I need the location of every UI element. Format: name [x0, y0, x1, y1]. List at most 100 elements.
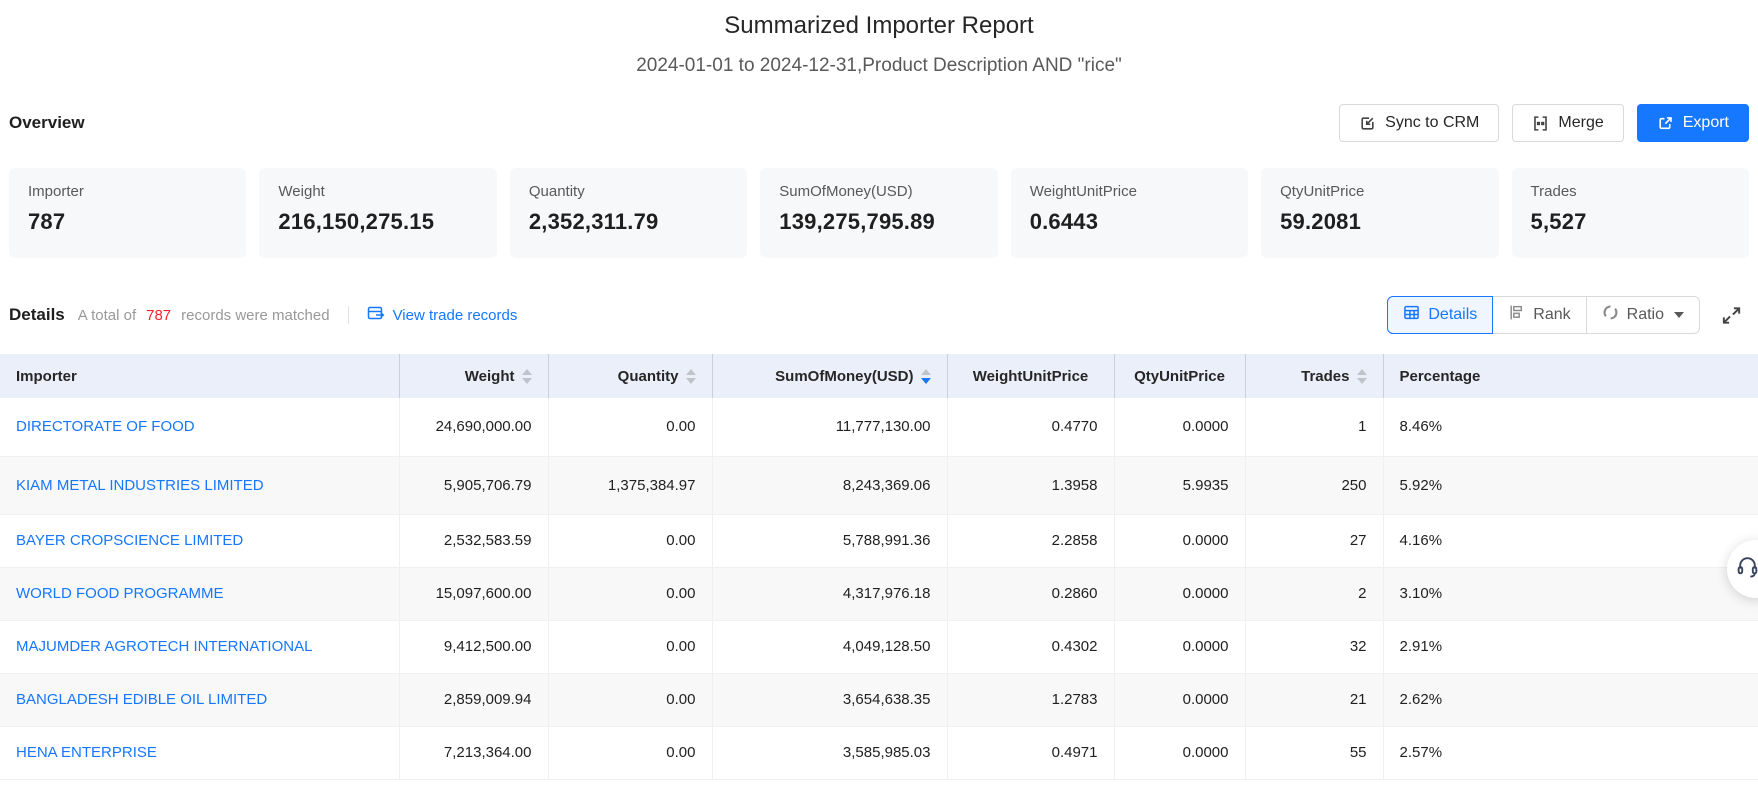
overview-bar: Overview Sync to CRM Merge [0, 104, 1758, 142]
sum-of-money-cell: 3,585,985.03 [712, 726, 947, 779]
importer-cell: KIAM METAL INDUSTRIES LIMITED [0, 456, 399, 514]
tab-ratio[interactable]: Ratio [1587, 297, 1699, 333]
trades-cell: 1 [1245, 398, 1383, 456]
sync-icon [1359, 115, 1376, 132]
percentage-cell: 2.91% [1383, 620, 1758, 673]
page-title: Summarized Importer Report [0, 0, 1758, 40]
stat-card-label: QtyUnitPrice [1280, 183, 1479, 200]
stat-card-label: WeightUnitPrice [1030, 183, 1229, 200]
ratio-caret-down-icon [1674, 312, 1684, 318]
importer-link[interactable]: MAJUMDER AGROTECH INTERNATIONAL [16, 638, 312, 655]
stat-card: Weight216,150,275.15 [259, 168, 496, 258]
importer-link[interactable]: BANGLADESH EDIBLE OIL LIMITED [16, 691, 267, 708]
stat-card: Quantity 2,352,311.79 [510, 168, 747, 258]
table-header: Importer Weight Quantity SumOfMoney(USD) Wei… [0, 354, 1758, 398]
quantity-cell: 1,375,384.97 [548, 456, 712, 514]
qty-unit-price-cell: 0.0000 [1114, 398, 1245, 456]
stat-card-value: 216,150,275.15 [278, 209, 477, 235]
trade-records-icon [367, 305, 385, 325]
export-button[interactable]: Export [1637, 104, 1749, 142]
sort-arrows-icon[interactable] [921, 369, 931, 384]
details-grid-icon [1403, 304, 1420, 326]
trades-cell: 32 [1245, 620, 1383, 673]
details-heading: Details [9, 305, 65, 325]
weight-cell: 9,412,500.00 [399, 620, 548, 673]
weight-cell: 2,859,009.94 [399, 673, 548, 726]
table-row: BANGLADESH EDIBLE OIL LIMITED 2,859,009.9… [0, 673, 1758, 726]
importer-link[interactable]: BAYER CROPSCIENCE LIMITED [16, 532, 243, 549]
percentage-cell: 3.10% [1383, 567, 1758, 620]
percentage-cell: 2.57% [1383, 726, 1758, 779]
column-label: Percentage [1400, 368, 1481, 385]
trades-cell: 21 [1245, 673, 1383, 726]
sum-of-money-cell: 4,049,128.50 [712, 620, 947, 673]
importer-link[interactable]: WORLD FOOD PROGRAMME [16, 585, 224, 602]
fullscreen-button[interactable] [1720, 304, 1743, 327]
percentage-cell: 2.62% [1383, 673, 1758, 726]
ratio-icon [1602, 304, 1619, 326]
percentage-cell: 4.16% [1383, 514, 1758, 567]
column-header-trades[interactable]: Trades [1245, 354, 1383, 398]
weight-unit-price-cell: 0.4770 [947, 398, 1114, 456]
export-label: Export [1683, 114, 1729, 132]
importer-link[interactable]: KIAM METAL INDUSTRIES LIMITED [16, 477, 264, 494]
qty-unit-price-cell: 5.9935 [1114, 456, 1245, 514]
weight-unit-price-cell: 1.2783 [947, 673, 1114, 726]
column-label: Weight [465, 368, 515, 385]
export-icon [1657, 115, 1674, 132]
stat-card-value: 59.2081 [1280, 209, 1479, 235]
trades-cell: 55 [1245, 726, 1383, 779]
importer-table: Importer Weight Quantity SumOfMoney(USD) Wei… [0, 354, 1758, 780]
column-label: QtyUnitPrice [1134, 368, 1225, 385]
stat-card: QtyUnitPrice 59.2081 [1261, 168, 1498, 258]
overview-cards: Importer787Weight216,150,275.15 Quantity 2… [0, 168, 1758, 258]
column-label: WeightUnitPrice [973, 368, 1089, 385]
table-row: MAJUMDER AGROTECH INTERNATIONAL 9,412,500… [0, 620, 1758, 673]
weight-unit-price-cell: 1.3958 [947, 456, 1114, 514]
quantity-cell: 0.00 [548, 726, 712, 779]
column-header-sumofmoney-usd-[interactable]: SumOfMoney(USD) [712, 354, 947, 398]
view-trade-records-link[interactable]: View trade records [367, 305, 518, 325]
column-label: SumOfMoney(USD) [775, 368, 913, 385]
sort-arrows-icon[interactable] [522, 369, 532, 384]
importer-link[interactable]: HENA ENTERPRISE [16, 744, 157, 761]
tab-rank[interactable]: Rank [1493, 297, 1586, 333]
stat-card-value: 5,527 [1531, 209, 1730, 235]
stat-card-label: SumOfMoney(USD) [779, 183, 978, 200]
tab-details[interactable]: Details [1387, 296, 1493, 334]
stat-card-value: 2,352,311.79 [529, 209, 728, 235]
column-label: Quantity [618, 368, 679, 385]
importer-cell: HENA ENTERPRISE [0, 726, 399, 779]
match-prefix: A total of [78, 307, 136, 324]
tab-ratio-label: Ratio [1627, 306, 1664, 324]
details-bar: Details A total of 787 records were matc… [0, 296, 1758, 334]
importer-cell: DIRECTORATE OF FOOD [0, 398, 399, 456]
quantity-cell: 0.00 [548, 567, 712, 620]
percentage-cell: 8.46% [1383, 398, 1758, 456]
sort-arrows-icon[interactable] [1357, 369, 1367, 384]
weight-cell: 15,097,600.00 [399, 567, 548, 620]
qty-unit-price-cell: 0.0000 [1114, 514, 1245, 567]
divider [348, 306, 349, 324]
importer-link[interactable]: DIRECTORATE OF FOOD [16, 418, 195, 435]
view-trade-records-label: View trade records [393, 307, 518, 324]
merge-button[interactable]: Merge [1512, 104, 1623, 142]
column-header-quantity[interactable]: Quantity [548, 354, 712, 398]
sync-to-crm-button[interactable]: Sync to CRM [1339, 104, 1499, 142]
stat-card-label: Quantity [529, 183, 728, 200]
column-header-importer: Importer [0, 354, 399, 398]
qty-unit-price-cell: 0.0000 [1114, 673, 1245, 726]
stat-card: SumOfMoney(USD)139,275,795.89 [760, 168, 997, 258]
table-row: WORLD FOOD PROGRAMME15,097,600.000.004,3… [0, 567, 1758, 620]
weight-cell: 7,213,364.00 [399, 726, 548, 779]
quantity-cell: 0.00 [548, 673, 712, 726]
sum-of-money-cell: 8,243,369.06 [712, 456, 947, 514]
column-header-weight[interactable]: Weight [399, 354, 548, 398]
merge-label: Merge [1558, 114, 1603, 132]
sum-of-money-cell: 3,654,638.35 [712, 673, 947, 726]
column-header-qtyunitprice: QtyUnitPrice [1114, 354, 1245, 398]
stat-card: Importer787 [9, 168, 246, 258]
sort-arrows-icon[interactable] [686, 369, 696, 384]
report-filter-subtitle: 2024-01-01 to 2024-12-31,Product Descrip… [0, 55, 1758, 77]
stat-card-value: 0.6443 [1030, 209, 1229, 235]
